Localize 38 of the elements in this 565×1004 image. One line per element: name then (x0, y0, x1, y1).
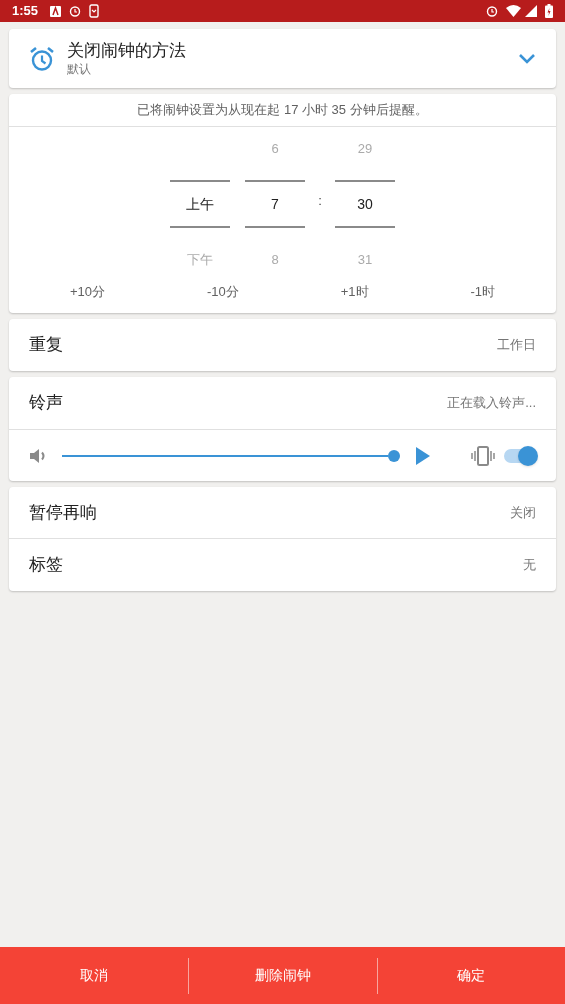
setting-value: 工作日 (497, 336, 536, 355)
vibrate-icon (471, 445, 495, 466)
battery-icon (545, 4, 553, 18)
alarm-method-title: 关闭闹钟的方法 (67, 40, 186, 62)
quick-adjust-button[interactable]: -1时 (462, 278, 504, 306)
quick-adjust-button[interactable]: +10分 (61, 278, 114, 306)
vibrate-toggle[interactable] (504, 448, 536, 463)
setting-value: 正在载入铃声... (447, 394, 536, 413)
setting-label: 标签 (29, 554, 63, 577)
play-icon[interactable] (416, 446, 430, 465)
picker-value[interactable]: 上午 (186, 193, 214, 215)
action-button[interactable]: 删除闹钟 (189, 947, 377, 1004)
setting-value: 无 (523, 556, 536, 575)
setting-value: 关闭 (510, 503, 536, 522)
action-button[interactable]: 确定 (377, 947, 565, 1004)
alarm-clock-icon (29, 45, 55, 72)
phone-icon (89, 4, 100, 18)
picker-value[interactable]: 7 (271, 193, 279, 215)
quick-adjust-button[interactable]: -10分 (198, 278, 247, 306)
quick-adjust-button[interactable]: +1时 (332, 278, 377, 306)
time-separator: : (318, 193, 322, 209)
picker-value[interactable]: 30 (357, 193, 373, 215)
signal-icon (525, 5, 537, 17)
alarm-summary: 已将闹钟设置为从现在起 17 小时 35 分钟后提醒。 (137, 101, 428, 120)
alarm-method-subtitle: 默认 (67, 61, 92, 77)
setting-label: 暂停再响 (29, 501, 97, 524)
action-button[interactable]: 取消 (0, 947, 189, 1004)
alarm-icon (486, 5, 498, 17)
chevron-icon[interactable] (518, 52, 536, 65)
alarm-icon (69, 5, 82, 17)
clock-time: 1:55 (12, 2, 39, 21)
notification-icon (50, 5, 62, 17)
setting-label: 铃声 (29, 392, 63, 415)
wifi-icon (506, 5, 521, 17)
volume-slider[interactable] (62, 449, 400, 462)
repeat-card[interactable]: 重复 工作日 (9, 319, 556, 371)
setting-label: 重复 (29, 334, 63, 357)
alarm-method-card[interactable]: 关闭闹钟的方法 默认 (9, 29, 556, 88)
